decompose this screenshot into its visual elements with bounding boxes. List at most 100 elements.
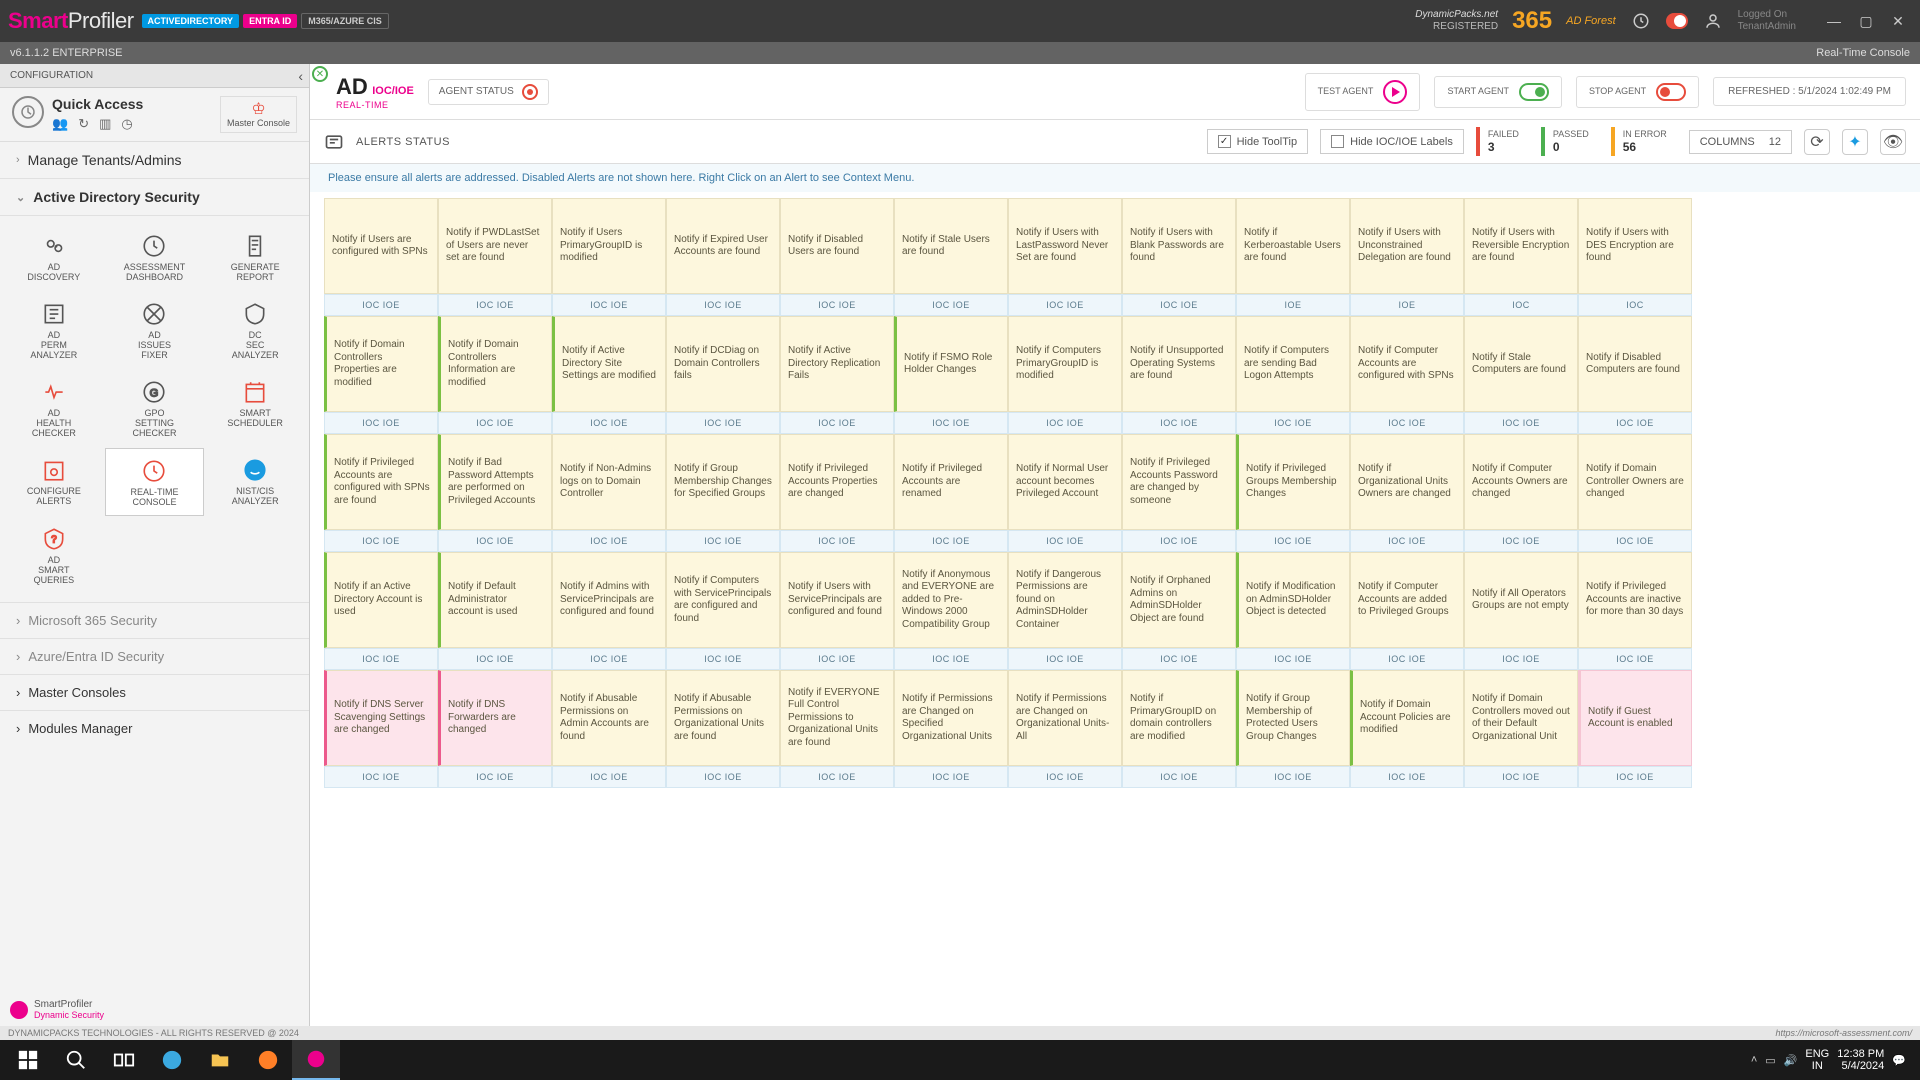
alert-card[interactable]: Notify if Privileged Accounts are inacti… (1578, 552, 1692, 648)
alert-card[interactable]: Notify if Computers are sending Bad Logo… (1236, 316, 1350, 412)
user-icon[interactable] (1702, 10, 1724, 32)
hide-tooltip-checkbox[interactable]: ✓ Hide ToolTip (1207, 129, 1309, 154)
tray-network-icon[interactable]: ▭ (1765, 1054, 1775, 1067)
window-maximize[interactable]: ▢ (1852, 9, 1880, 33)
alert-card[interactable]: Notify if Users with DES Encryption are … (1578, 198, 1692, 294)
alert-card[interactable]: Notify if Organizational Units Owners ar… (1350, 434, 1464, 530)
test-agent-button[interactable]: TEST AGENT (1305, 73, 1421, 111)
alert-card[interactable]: Notify if DCDiag on Domain Controllers f… (666, 316, 780, 412)
alert-card[interactable]: Notify if Privileged Accounts Password a… (1122, 434, 1236, 530)
alert-card[interactable]: Notify if Unsupported Operating Systems … (1122, 316, 1236, 412)
tool-ad-perm-analyzer[interactable]: ADPERMANALYZER (4, 292, 104, 369)
smartprofiler-task-icon[interactable] (292, 1040, 340, 1080)
tool-ad-discovery[interactable]: ADDISCOVERY (4, 224, 104, 291)
alert-card[interactable]: Notify if Privileged Accounts Properties… (780, 434, 894, 530)
alert-card[interactable]: Notify if Disabled Users are found (780, 198, 894, 294)
power-toggle[interactable] (1666, 10, 1688, 32)
alert-card[interactable]: Notify if an Active Directory Account is… (324, 552, 438, 648)
tool-nist-cis-analyzer[interactable]: NIST/CISANALYZER (205, 448, 305, 517)
alert-card[interactable]: Notify if Expired User Accounts are foun… (666, 198, 780, 294)
alert-card[interactable]: Notify if Computer Accounts Owners are c… (1464, 434, 1578, 530)
view-icon[interactable]: 👁 (1880, 129, 1906, 155)
hide-labels-checkbox[interactable]: Hide IOC/IOE Labels (1320, 129, 1464, 154)
sidebar-collapse-icon[interactable]: ‹ (298, 68, 303, 84)
alert-card[interactable]: Notify if Users with ServicePrincipals a… (780, 552, 894, 648)
ie-icon[interactable] (148, 1040, 196, 1080)
alert-card[interactable]: Notify if Permissions are Changed on Spe… (894, 670, 1008, 766)
alert-card[interactable]: Notify if Active Directory Site Settings… (552, 316, 666, 412)
alert-card[interactable]: Notify if Active Directory Replication F… (780, 316, 894, 412)
tool-gpo-setting-checker[interactable]: GGPOSETTINGCHECKER (105, 370, 205, 447)
alert-card[interactable]: Notify if All Operators Groups are not e… (1464, 552, 1578, 648)
alert-card[interactable]: Notify if FSMO Role Holder Changes (894, 316, 1008, 412)
qa-clock-icon[interactable]: ◷ (121, 116, 132, 132)
alert-card[interactable]: Notify if DNS Server Scavenging Settings… (324, 670, 438, 766)
qa-users-icon[interactable]: 👥 (52, 116, 68, 132)
alert-card[interactable]: Notify if Domain Controllers Properties … (324, 316, 438, 412)
alert-card[interactable]: Notify if Modification on AdminSDHolder … (1236, 552, 1350, 648)
nav-master-consoles[interactable]: ›Master Consoles (0, 674, 309, 710)
badge-entra[interactable]: ENTRA ID (243, 14, 297, 28)
alert-card[interactable]: Notify if Users with Reversible Encrypti… (1464, 198, 1578, 294)
alert-card[interactable]: Notify if Computers with ServicePrincipa… (666, 552, 780, 648)
alert-card[interactable]: Notify if Stale Computers are found (1464, 316, 1578, 412)
badge-ad[interactable]: ACTIVEDIRECTORY (142, 14, 240, 28)
firefox-icon[interactable] (244, 1040, 292, 1080)
badge-m365[interactable]: M365/AZURE CIS (301, 13, 389, 29)
alert-card[interactable]: Notify if Domain Controllers Information… (438, 316, 552, 412)
tray-volume-icon[interactable]: 🔊 (1784, 1054, 1798, 1067)
alert-card[interactable]: Notify if Computer Accounts are added to… (1350, 552, 1464, 648)
history-icon[interactable] (1630, 10, 1652, 32)
start-button[interactable] (4, 1040, 52, 1080)
alert-card[interactable]: Notify if Anonymous and EVERYONE are add… (894, 552, 1008, 648)
alert-card[interactable]: Notify if Abusable Permissions on Organi… (666, 670, 780, 766)
alert-card[interactable]: Notify if Abusable Permissions on Admin … (552, 670, 666, 766)
alert-card[interactable]: Notify if Disabled Computers are found (1578, 316, 1692, 412)
alert-card[interactable]: Notify if Orphaned Admins on AdminSDHold… (1122, 552, 1236, 648)
alert-card[interactable]: Notify if PrimaryGroupID on domain contr… (1122, 670, 1236, 766)
alert-grid-container[interactable]: Notify if Users are configured with SPNs… (310, 192, 1920, 1026)
alert-card[interactable]: Notify if Normal User account becomes Pr… (1008, 434, 1122, 530)
tool-ad-smart-queries[interactable]: ?ADSMARTQUERIES (4, 517, 104, 594)
alert-card[interactable]: Notify if Privileged Accounts are config… (324, 434, 438, 530)
qa-db-icon[interactable]: ▥ (99, 116, 111, 132)
alert-card[interactable]: Notify if PWDLastSet of Users are never … (438, 198, 552, 294)
window-minimize[interactable]: — (1820, 9, 1848, 33)
nav-manage-tenants[interactable]: › Manage Tenants/Admins (0, 142, 309, 179)
nav-modules-manager[interactable]: ›Modules Manager (0, 710, 309, 746)
tool-dc-sec-analyzer[interactable]: DCSECANALYZER (205, 292, 305, 369)
alert-card[interactable]: Notify if EVERYONE Full Control Permissi… (780, 670, 894, 766)
alert-card[interactable]: Notify if Group Membership Changes for S… (666, 434, 780, 530)
explorer-icon[interactable] (196, 1040, 244, 1080)
alert-card[interactable]: Notify if Kerberoastable Users are found (1236, 198, 1350, 294)
tool-configure-alerts[interactable]: CONFIGUREALERTS (4, 448, 104, 517)
alert-card[interactable]: Notify if Users PrimaryGroupID is modifi… (552, 198, 666, 294)
alert-card[interactable]: Notify if DNS Forwarders are changed (438, 670, 552, 766)
alert-card[interactable]: Notify if Domain Controller Owners are c… (1578, 434, 1692, 530)
alert-card[interactable]: Notify if Dangerous Permissions are foun… (1008, 552, 1122, 648)
alert-card[interactable]: Notify if Group Membership of Protected … (1236, 670, 1350, 766)
alert-card[interactable]: Notify if Admins with ServicePrincipals … (552, 552, 666, 648)
tool-ad-health-checker[interactable]: ADHEALTHCHECKER (4, 370, 104, 447)
start-agent-button[interactable]: START AGENT (1434, 76, 1562, 108)
alert-card[interactable]: Notify if Users with Blank Passwords are… (1122, 198, 1236, 294)
notifications-icon[interactable]: 💬 (1892, 1054, 1906, 1067)
refresh-icon[interactable]: ⟳ (1804, 129, 1830, 155)
alert-card[interactable]: Notify if Privileged Accounts are rename… (894, 434, 1008, 530)
tool-ad-issues-fixer[interactable]: ADISSUESFIXER (105, 292, 205, 369)
alert-card[interactable]: Notify if Domain Account Policies are mo… (1350, 670, 1464, 766)
alert-card[interactable]: Notify if Domain Controllers moved out o… (1464, 670, 1578, 766)
tool-assessment-dashboard[interactable]: ASSESSMENTDASHBOARD (105, 224, 205, 291)
alert-card[interactable]: Notify if Users with Unconstrained Deleg… (1350, 198, 1464, 294)
alert-card[interactable]: Notify if Computer Accounts are configur… (1350, 316, 1464, 412)
master-console-button[interactable]: ♔ Master Console (220, 96, 297, 133)
alert-card[interactable]: Notify if Users are configured with SPNs (324, 198, 438, 294)
panel-close-icon[interactable]: ✕ (312, 66, 328, 82)
alert-card[interactable]: Notify if Default Administrator account … (438, 552, 552, 648)
tool-generate-report[interactable]: GENERATEREPORT (205, 224, 305, 291)
columns-selector[interactable]: COLUMNS 12 (1689, 130, 1792, 154)
nav-azure-security[interactable]: ›Azure/Entra ID Security (0, 638, 309, 674)
clock[interactable]: 12:38 PM5/4/2024 (1837, 1048, 1884, 1072)
window-close[interactable]: ✕ (1884, 9, 1912, 33)
filter-icon[interactable]: ✦ (1842, 129, 1868, 155)
